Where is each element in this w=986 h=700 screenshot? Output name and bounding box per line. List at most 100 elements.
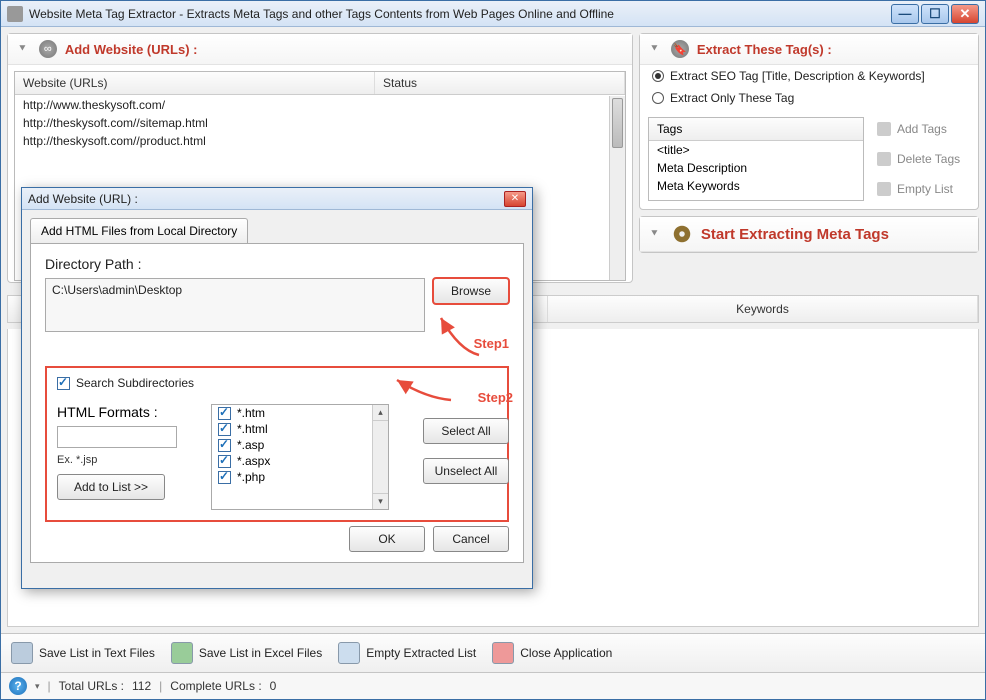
bottom-toolbar: Save List in Text Files Save List in Exc… xyxy=(1,633,985,672)
empty-list-button[interactable]: Empty List xyxy=(870,177,970,201)
minimize-button[interactable]: — xyxy=(891,4,919,24)
formats-left: HTML Formats : Ex. *.jsp Add to List >> xyxy=(57,404,197,500)
unselect-all-label: Unselect All xyxy=(435,464,498,478)
directory-row: C:\Users\admin\Desktop Browse xyxy=(45,278,509,332)
delete-tags-label: Delete Tags xyxy=(897,152,960,166)
help-icon[interactable]: ? xyxy=(9,677,27,695)
chevron-down-icon: ⯆ xyxy=(650,43,659,56)
list-item[interactable]: *.htm xyxy=(212,405,388,421)
dialog-titlebar[interactable]: Add Website (URL) : ✕ xyxy=(22,188,532,210)
dropdown-icon[interactable]: ▾ xyxy=(35,681,40,692)
dialog-body: Add HTML Files from Local Directory Dire… xyxy=(22,210,532,588)
scroll-down-icon[interactable]: ▾ xyxy=(373,493,388,509)
col-status[interactable]: Status xyxy=(375,72,625,94)
scroll-thumb[interactable] xyxy=(612,98,623,148)
window-controls: — ☐ ✕ xyxy=(891,4,979,24)
format-label: *.htm xyxy=(237,406,265,420)
total-urls-label: Total URLs : xyxy=(59,679,124,693)
list-item[interactable]: *.asp xyxy=(212,437,388,453)
list-item[interactable]: *.php xyxy=(212,469,388,485)
add-tags-label: Add Tags xyxy=(897,122,947,136)
radio-icon xyxy=(652,92,664,104)
list-item[interactable]: *.html xyxy=(212,421,388,437)
cancel-button[interactable]: Cancel xyxy=(433,526,509,552)
list-item[interactable]: Meta Keywords xyxy=(649,177,863,195)
app-icon xyxy=(7,6,23,22)
browse-button[interactable]: Browse xyxy=(433,278,509,304)
directory-input[interactable]: C:\Users\admin\Desktop xyxy=(45,278,425,332)
titlebar: Website Meta Tag Extractor - Extracts Me… xyxy=(1,1,985,27)
tag-buttons: Add Tags Delete Tags Empty List xyxy=(870,117,970,201)
format-input[interactable] xyxy=(57,426,177,448)
extract-tags-panel: ⯆ 🔖 Extract These Tag(s) : Extract SEO T… xyxy=(639,33,979,210)
browse-label: Browse xyxy=(451,284,491,298)
unselect-all-button[interactable]: Unselect All xyxy=(423,458,509,484)
recycle-icon xyxy=(338,642,360,664)
save-text-label: Save List in Text Files xyxy=(39,646,155,660)
maximize-button[interactable]: ☐ xyxy=(921,4,949,24)
dialog-close-button[interactable]: ✕ xyxy=(504,191,526,207)
close-app-button[interactable]: Close Application xyxy=(492,642,612,664)
list-item[interactable]: <title> xyxy=(649,141,863,159)
checkbox-icon xyxy=(57,377,70,390)
col-tags[interactable]: Tags xyxy=(649,118,863,141)
col-website[interactable]: Website (URLs) xyxy=(15,72,375,94)
list-item[interactable]: http://www.theskysoft.com/ xyxy=(15,96,609,114)
tab-local-directory[interactable]: Add HTML Files from Local Directory xyxy=(30,218,248,243)
empty-icon xyxy=(877,182,891,196)
right-column: ⯆ 🔖 Extract These Tag(s) : Extract SEO T… xyxy=(639,33,979,283)
col-keywords[interactable]: Keywords xyxy=(548,296,978,322)
add-urls-header[interactable]: ⯆ ∞ Add Website (URLs) : xyxy=(8,34,632,65)
scrollbar[interactable]: ▴ ▾ xyxy=(372,405,388,509)
ok-label: OK xyxy=(378,532,395,546)
save-text-button[interactable]: Save List in Text Files xyxy=(11,642,155,664)
add-tags-button[interactable]: Add Tags xyxy=(870,117,970,141)
format-label: *.asp xyxy=(237,438,264,452)
scrollbar[interactable] xyxy=(609,96,625,280)
extract-tags-header[interactable]: ⯆ 🔖 Extract These Tag(s) : xyxy=(640,34,978,65)
add-to-list-button[interactable]: Add to List >> xyxy=(57,474,165,500)
checkbox-icon xyxy=(218,407,231,420)
directory-path-label: Directory Path : xyxy=(45,256,509,272)
cancel-label: Cancel xyxy=(452,532,489,546)
complete-urls-label: Complete URLs : xyxy=(170,679,261,693)
gear-icon xyxy=(671,223,693,245)
list-item[interactable]: Meta Description xyxy=(649,159,863,177)
radio-only[interactable]: Extract Only These Tag xyxy=(640,87,978,109)
tab-label: Add HTML Files from Local Directory xyxy=(41,224,237,238)
ok-button[interactable]: OK xyxy=(349,526,425,552)
list-item[interactable]: http://theskysoft.com//sitemap.html xyxy=(15,114,609,132)
radio-seo-label: Extract SEO Tag [Title, Description & Ke… xyxy=(670,69,925,83)
dialog-title: Add Website (URL) : xyxy=(28,192,504,206)
radio-seo[interactable]: Extract SEO Tag [Title, Description & Ke… xyxy=(640,65,978,87)
checkbox-icon xyxy=(218,471,231,484)
list-item[interactable]: http://theskysoft.com//product.html xyxy=(15,132,609,150)
select-all-button[interactable]: Select All xyxy=(423,418,509,444)
format-label: *.aspx xyxy=(237,454,270,468)
extract-tags-title: Extract These Tag(s) : xyxy=(697,42,832,57)
plus-icon xyxy=(877,122,891,136)
tags-list: Tags <title> Meta Description Meta Keywo… xyxy=(648,117,864,201)
separator: | xyxy=(159,679,162,693)
save-excel-button[interactable]: Save List in Excel Files xyxy=(171,642,322,664)
empty-extracted-label: Empty Extracted List xyxy=(366,646,476,660)
start-header[interactable]: ⯆ Start Extracting Meta Tags xyxy=(640,217,978,252)
chevron-down-icon: ⯆ xyxy=(650,228,659,241)
exit-icon xyxy=(492,642,514,664)
link-icon: ∞ xyxy=(39,40,57,58)
delete-tags-button[interactable]: Delete Tags xyxy=(870,147,970,171)
list-item[interactable]: *.aspx xyxy=(212,453,388,469)
empty-extracted-button[interactable]: Empty Extracted List xyxy=(338,642,476,664)
tab-header: Add HTML Files from Local Directory xyxy=(30,218,524,243)
scroll-up-icon[interactable]: ▴ xyxy=(373,405,388,421)
formats-list: *.htm *.html *.asp *.aspx *.php ▴ ▾ xyxy=(211,404,389,510)
chevron-down-icon: ⯆ xyxy=(18,43,27,56)
close-button[interactable]: ✕ xyxy=(951,4,979,24)
format-label: *.php xyxy=(237,470,265,484)
subdirectory-section: Search Subdirectories HTML Formats : Ex.… xyxy=(45,366,509,522)
add-website-dialog: Add Website (URL) : ✕ Add HTML Files fro… xyxy=(21,187,533,589)
url-list-header: Website (URLs) Status xyxy=(15,72,625,95)
select-all-label: Select All xyxy=(441,424,490,438)
search-subdirectories-checkbox[interactable]: Search Subdirectories xyxy=(57,376,497,390)
complete-urls-value: 0 xyxy=(270,679,277,693)
